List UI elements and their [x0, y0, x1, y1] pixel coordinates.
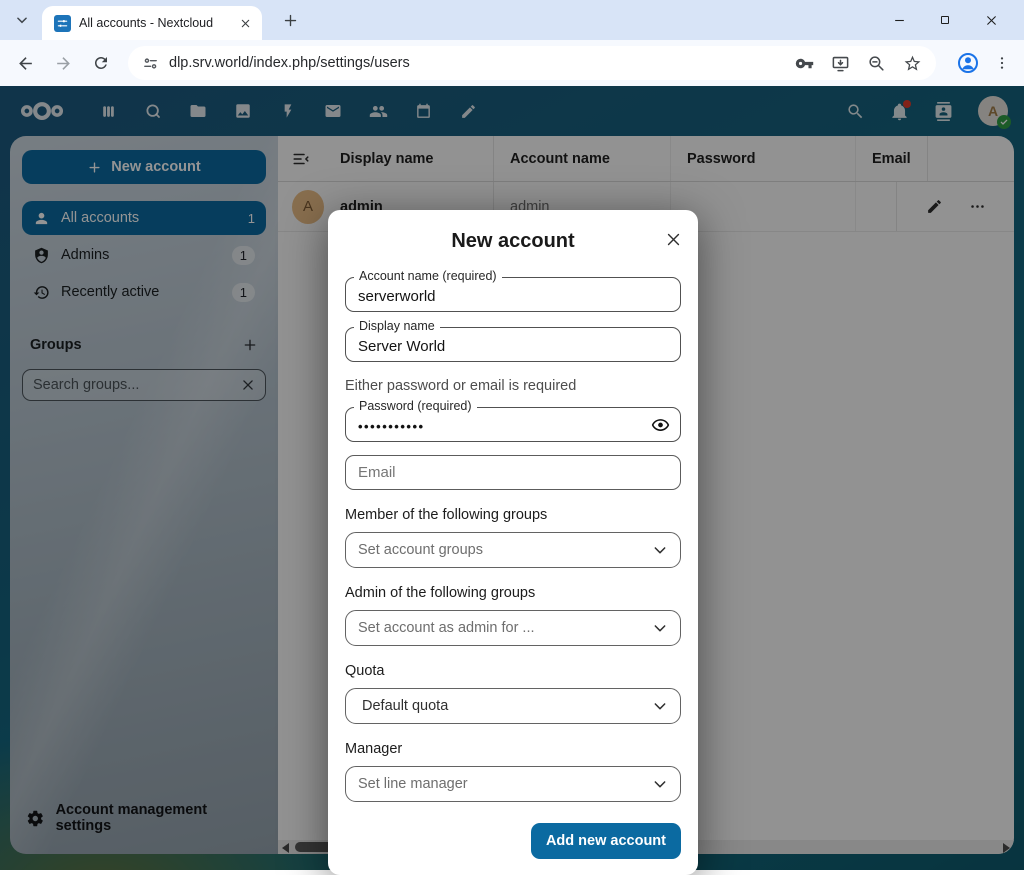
account-name-field-label: Account name (required) — [354, 269, 502, 283]
manager-select[interactable]: Set line manager — [345, 766, 681, 802]
browser-toolbar: dlp.srv.world/index.php/settings/users — [0, 40, 1024, 86]
admin-groups-label: Admin of the following groups — [345, 585, 681, 601]
password-field-label: Password (required) — [354, 399, 477, 413]
admin-groups-select[interactable]: Set account as admin for ... — [345, 610, 681, 646]
forward-button[interactable] — [48, 48, 78, 78]
chevron-down-icon — [652, 776, 668, 792]
kebab-menu-icon — [994, 55, 1010, 71]
url-bar[interactable]: dlp.srv.world/index.php/settings/users — [128, 46, 936, 80]
minimize-button[interactable] — [876, 4, 922, 36]
manager-placeholder: Set line manager — [358, 776, 468, 792]
tab-search-button[interactable] — [8, 6, 36, 34]
password-email-hint: Either password or email is required — [345, 378, 681, 394]
display-name-field-label: Display name — [354, 319, 440, 333]
chevron-down-icon — [652, 542, 668, 558]
manager-label: Manager — [345, 741, 681, 757]
member-groups-select[interactable]: Set account groups — [345, 532, 681, 568]
display-name-field[interactable]: Display name — [345, 327, 681, 362]
quota-select[interactable]: Default quota — [345, 688, 681, 724]
arrow-right-icon — [54, 54, 73, 73]
email-field[interactable] — [345, 455, 681, 490]
chevron-down-icon — [652, 620, 668, 636]
toggle-password-visibility-eye-icon[interactable] — [651, 415, 670, 434]
tab-strip: All accounts - Nextcloud — [0, 0, 1024, 40]
password-field[interactable]: Password (required) — [345, 407, 681, 442]
close-icon[interactable] — [661, 227, 685, 251]
tab-title: All accounts - Nextcloud — [79, 16, 228, 30]
member-groups-label: Member of the following groups — [345, 507, 681, 523]
bookmark-star-icon[interactable] — [903, 54, 922, 73]
new-account-modal: New account Account name (required) Disp… — [328, 210, 698, 875]
close-window-button[interactable] — [968, 4, 1014, 36]
new-tab-button[interactable] — [276, 6, 304, 34]
tab-close-icon[interactable] — [236, 14, 254, 32]
zoom-icon[interactable] — [867, 54, 886, 73]
url-text[interactable]: dlp.srv.world/index.php/settings/users — [169, 55, 785, 71]
install-app-icon[interactable] — [831, 54, 850, 73]
email-input[interactable] — [346, 456, 680, 489]
nextcloud-settings-favicon — [54, 15, 71, 32]
modal-title: New account — [345, 230, 681, 253]
window-controls — [876, 4, 1014, 36]
reload-icon — [92, 54, 110, 72]
site-info-icon[interactable] — [142, 55, 159, 72]
admin-groups-placeholder: Set account as admin for ... — [358, 620, 535, 636]
plus-icon — [283, 13, 298, 28]
chevron-down-icon — [652, 698, 668, 714]
browser-tab[interactable]: All accounts - Nextcloud — [42, 6, 262, 40]
add-new-account-button[interactable]: Add new account — [531, 823, 681, 859]
account-name-field[interactable]: Account name (required) — [345, 277, 681, 312]
arrow-left-icon — [16, 54, 35, 73]
back-button[interactable] — [10, 48, 40, 78]
chevron-down-icon — [15, 13, 29, 27]
modal-actions: Add new account — [345, 823, 681, 859]
passwords-key-icon[interactable] — [795, 54, 814, 73]
profile-icon — [956, 51, 980, 75]
reload-button[interactable] — [86, 48, 116, 78]
browser-menu-button[interactable] — [990, 49, 1014, 77]
omnibox-actions — [795, 54, 922, 73]
member-groups-placeholder: Set account groups — [358, 542, 483, 558]
browser-profile-button[interactable] — [954, 49, 982, 77]
quota-label: Quota — [345, 663, 681, 679]
quota-value: Default quota — [362, 698, 448, 714]
nextcloud-page: A New account All accounts 1 Admins — [0, 86, 1024, 870]
browser-chrome: All accounts - Nextcloud dlp.srv.world/i… — [0, 0, 1024, 86]
maximize-button[interactable] — [922, 4, 968, 36]
